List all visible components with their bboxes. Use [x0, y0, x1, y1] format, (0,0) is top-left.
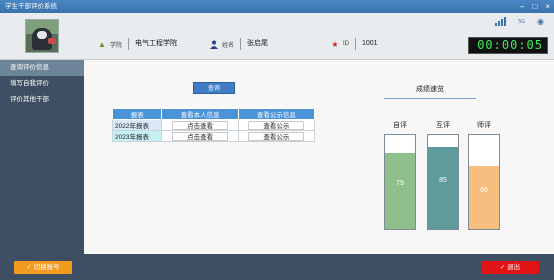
- wifi-icon: ◉: [537, 17, 544, 26]
- minimize-icon[interactable]: –: [520, 0, 524, 13]
- clock-display: 00:00:05: [468, 37, 548, 54]
- view-self-button[interactable]: 点击查看: [172, 131, 229, 141]
- report-year: 2023年报表: [111, 130, 163, 142]
- bar-fill: [428, 147, 458, 229]
- close-icon[interactable]: ×: [545, 0, 550, 13]
- exit-label: 退出: [507, 264, 521, 271]
- table-row: 2022年报表 点击查看 查看公示: [111, 119, 316, 131]
- id-field: ★ ID 1001: [330, 36, 378, 52]
- bar-self-evaluation: 自评 79: [384, 120, 416, 230]
- bar-track: 66: [468, 134, 500, 230]
- bar-category-label: 自评: [393, 122, 407, 129]
- signal-icon: [495, 17, 507, 26]
- sidebar-item-self-evaluation[interactable]: 填写自我评价: [0, 76, 84, 92]
- network-label: 5G: [518, 18, 526, 25]
- column-header-report: 报表: [111, 108, 163, 120]
- bar-fill: [469, 166, 499, 229]
- view-self-button[interactable]: 点击查看: [172, 120, 229, 130]
- query-button[interactable]: 查询: [193, 82, 235, 94]
- bar-fill: [385, 153, 415, 229]
- avatar: [25, 19, 59, 53]
- sidebar-item-evaluate-others[interactable]: 评价其他干部: [0, 92, 84, 108]
- status-icons: 5G ◉: [495, 17, 544, 26]
- bar-teacher-evaluation: 师评 66: [468, 120, 500, 230]
- column-header-view-public: 查看公示信息: [237, 108, 316, 120]
- bar-value-label: 66: [480, 187, 488, 194]
- view-public-button[interactable]: 查看公示: [248, 120, 305, 130]
- column-header-view-self: 查看本人信息: [161, 108, 239, 120]
- name-field: 姓名 张启尾: [209, 36, 268, 52]
- bar-value-label: 79: [396, 180, 404, 187]
- window-title: 学生干部评价系统: [5, 3, 57, 10]
- bar-value-label: 85: [439, 177, 447, 184]
- college-icon: ▲: [98, 39, 106, 49]
- sidebar: 查询评价信息 填写自我评价 评价其他干部: [0, 60, 84, 254]
- college-label: 学院: [110, 42, 123, 49]
- checkmark-icon: ✓: [26, 264, 32, 271]
- bar-category-label: 互评: [436, 122, 450, 129]
- bar-category-label: 师评: [477, 122, 491, 129]
- star-icon: ★: [331, 39, 339, 49]
- footer: ✓ 切换账号 ✓ 退出: [0, 254, 554, 280]
- college-field: ▲ 学院 电气工程学院: [97, 36, 177, 52]
- window-controls: – □ ×: [520, 0, 550, 13]
- college-value: 电气工程学院: [128, 38, 177, 50]
- name-label: 姓名: [222, 42, 235, 49]
- person-icon: [209, 39, 219, 49]
- bar-track: 79: [384, 134, 416, 230]
- switch-account-button[interactable]: ✓ 切换账号: [14, 261, 72, 274]
- id-value: 1001: [355, 38, 378, 50]
- title-bar: 学生干部评价系统 – □ ×: [0, 0, 554, 13]
- report-year: 2022年报表: [111, 119, 163, 131]
- maximize-icon[interactable]: □: [532, 0, 537, 13]
- bar-peer-evaluation: 互评 85: [427, 120, 459, 230]
- main-content: 查询 报表 查看本人信息 查看公示信息 2022年报表 点击查看 查看公示 20…: [84, 60, 554, 254]
- name-value: 张启尾: [240, 38, 268, 50]
- reports-table: 报表 查看本人信息 查看公示信息 2022年报表 点击查看 查看公示 2023年…: [111, 108, 316, 142]
- table-row: 2023年报表 点击查看 查看公示: [111, 130, 316, 142]
- view-public-button[interactable]: 查看公示: [248, 131, 305, 141]
- checkmark-icon: ✓: [499, 264, 506, 271]
- user-info-header: ▲ 学院 电气工程学院 姓名 张启尾 ★ ID 1001 5G ◉ 00:00:…: [0, 13, 554, 60]
- bar-track: 85: [427, 134, 459, 230]
- grades-overview-title: 成绩速览: [384, 84, 476, 99]
- switch-account-label: 切换账号: [33, 264, 60, 271]
- sidebar-item-query-evaluation[interactable]: 查询评价信息: [0, 60, 84, 76]
- exit-button[interactable]: ✓ 退出: [481, 261, 539, 274]
- id-label: ID: [343, 41, 349, 47]
